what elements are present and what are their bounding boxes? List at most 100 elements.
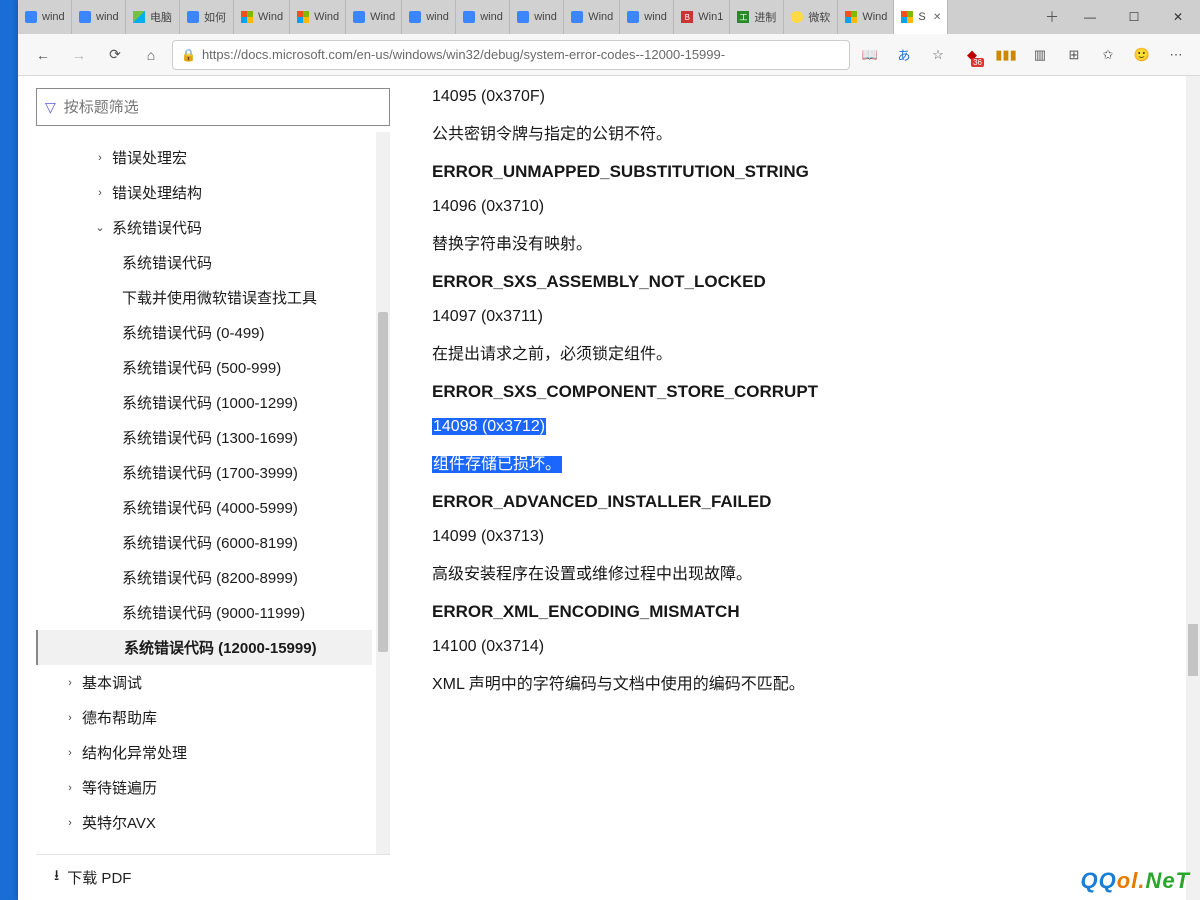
- error-code: 14096 (0x3710): [432, 198, 1172, 216]
- tab-label: wind: [480, 11, 503, 23]
- tab-label: Win1: [698, 11, 723, 23]
- browser-tab[interactable]: wind: [402, 0, 456, 34]
- tab-label: wind: [426, 11, 449, 23]
- nav-item[interactable]: 系统错误代码 (500-999): [36, 350, 372, 385]
- browser-tab[interactable]: Wind: [564, 0, 620, 34]
- nav-item[interactable]: 系统错误代码 (8200-8999): [36, 560, 372, 595]
- nav-item-label: 德布帮助库: [82, 707, 157, 728]
- tab-label: Wind: [862, 11, 887, 23]
- chevron-right-icon: ›: [64, 817, 76, 829]
- nav-item[interactable]: ⌄系统错误代码: [36, 210, 372, 245]
- favicon-icon: [352, 10, 366, 24]
- close-button[interactable]: ✕: [1156, 0, 1200, 34]
- browser-tab[interactable]: wind: [18, 0, 72, 34]
- tab-label: Wind: [314, 11, 339, 23]
- browser-tab[interactable]: 如何: [180, 0, 234, 34]
- favicon-icon: [570, 10, 584, 24]
- translate-icon[interactable]: あ: [890, 41, 918, 69]
- collections-icon[interactable]: ⊞: [1060, 41, 1088, 69]
- error-description: 替换字符串没有映射。: [432, 230, 1172, 254]
- nav-scrollbar-thumb[interactable]: [378, 312, 388, 652]
- url-bar[interactable]: 🔒 https://docs.microsoft.com/en-us/windo…: [172, 40, 850, 70]
- nav-item-label: 下载并使用微软错误查找工具: [122, 287, 317, 308]
- error-description: 高级安装程序在设置或维修过程中出现故障。: [432, 560, 1172, 584]
- refresh-button[interactable]: ⟳: [100, 40, 130, 70]
- url-text: https://docs.microsoft.com/en-us/windows…: [202, 47, 725, 62]
- browser-tab[interactable]: 工进制: [730, 0, 784, 34]
- browser-tab[interactable]: S✕: [894, 0, 948, 34]
- extension-bars-icon[interactable]: ▮▮▮: [992, 41, 1020, 69]
- home-button[interactable]: ⌂: [136, 40, 166, 70]
- nav-item[interactable]: 系统错误代码 (0-499): [36, 315, 372, 350]
- tab-label: 如何: [204, 9, 226, 25]
- nav-item[interactable]: ›英特尔AVX: [36, 805, 372, 840]
- extension-adblock-icon[interactable]: ◆36: [958, 41, 986, 69]
- profile-icon[interactable]: 🙂: [1128, 41, 1156, 69]
- nav-item-label: 错误处理宏: [112, 147, 187, 168]
- nav-item[interactable]: 系统错误代码 (1000-1299): [36, 385, 372, 420]
- new-tab-button[interactable]: ＋: [1036, 0, 1068, 34]
- nav-item[interactable]: ›结构化异常处理: [36, 735, 372, 770]
- tab-close-icon[interactable]: ✕: [933, 12, 941, 23]
- favicon-icon: [186, 10, 200, 24]
- reader-icon[interactable]: 📖: [856, 41, 884, 69]
- nav-item[interactable]: ›错误处理结构: [36, 175, 372, 210]
- nav-item-label: 系统错误代码: [112, 217, 202, 238]
- browser-tab[interactable]: 电脑: [126, 0, 180, 34]
- browser-tab[interactable]: 微软: [784, 0, 838, 34]
- favorites-star-icon[interactable]: ✩: [1094, 41, 1122, 69]
- browser-tab[interactable]: wind: [72, 0, 126, 34]
- nav-item[interactable]: 系统错误代码 (1300-1699): [36, 420, 372, 455]
- filter-box[interactable]: ▽: [36, 88, 390, 126]
- favicon-icon: [24, 10, 38, 24]
- chevron-right-icon: ›: [94, 152, 106, 164]
- browser-tab[interactable]: Wind: [346, 0, 402, 34]
- nav-item-current[interactable]: 系统错误代码 (12000-15999): [36, 630, 372, 665]
- page-scrollbar[interactable]: [1186, 76, 1200, 900]
- browser-tab[interactable]: Wind: [290, 0, 346, 34]
- nav-item[interactable]: ›等待链遍历: [36, 770, 372, 805]
- nav-item-label: 系统错误代码 (12000-15999): [124, 637, 317, 658]
- more-button[interactable]: ⋯: [1162, 41, 1190, 69]
- chevron-right-icon: ›: [64, 747, 76, 759]
- nav-item[interactable]: › 错误处理宏: [36, 140, 372, 175]
- minimize-button[interactable]: —: [1068, 0, 1112, 34]
- tab-label: Wind: [258, 11, 283, 23]
- favorites-icon[interactable]: ☆: [924, 41, 952, 69]
- nav-item[interactable]: 系统错误代码 (1700-3999): [36, 455, 372, 490]
- nav-scrollbar[interactable]: [376, 132, 390, 854]
- download-icon: ⭳: [54, 865, 59, 890]
- maximize-button[interactable]: ☐: [1112, 0, 1156, 34]
- favicon-icon: [462, 10, 476, 24]
- browser-tab[interactable]: Wind: [838, 0, 894, 34]
- download-pdf[interactable]: ⭳ 下载 PDF: [36, 854, 390, 900]
- forward-button[interactable]: →: [64, 40, 94, 70]
- chevron-right-icon: ›: [64, 712, 76, 724]
- nav-item[interactable]: 下载并使用微软错误查找工具: [36, 280, 372, 315]
- back-button[interactable]: ←: [28, 40, 58, 70]
- nav-item[interactable]: ›基本调试: [36, 665, 372, 700]
- tab-label: 电脑: [150, 9, 172, 25]
- favicon-icon: 工: [736, 10, 750, 24]
- nav-item[interactable]: 系统错误代码 (6000-8199): [36, 525, 372, 560]
- nav-item-label: 系统错误代码: [122, 252, 212, 273]
- nav-item[interactable]: 系统错误代码: [36, 245, 372, 280]
- browser-tab[interactable]: wind: [456, 0, 510, 34]
- browser-tab[interactable]: BWin1: [674, 0, 730, 34]
- browser-tab[interactable]: wind: [620, 0, 674, 34]
- error-description: XML 声明中的字符编码与文档中使用的编码不匹配。: [432, 670, 1172, 694]
- nav-tree: ›错误处理宏›错误处理结构⌄系统错误代码系统错误代码下载并使用微软错误查找工具系…: [36, 132, 390, 840]
- chevron-right-icon: ›: [94, 187, 106, 199]
- favicon-icon: [78, 10, 92, 24]
- nav-item[interactable]: 系统错误代码 (4000-5999): [36, 490, 372, 525]
- filter-input[interactable]: [64, 99, 381, 116]
- error-description: 公共密钥令牌与指定的公钥不符。: [432, 120, 1172, 144]
- browser-tab[interactable]: wind: [510, 0, 564, 34]
- extension-note-icon[interactable]: ▥: [1026, 41, 1054, 69]
- tab-label: Wind: [370, 11, 395, 23]
- nav-item[interactable]: 系统错误代码 (9000-11999): [36, 595, 372, 630]
- nav-item[interactable]: › 德布帮助库: [36, 700, 372, 735]
- browser-tab[interactable]: Wind: [234, 0, 290, 34]
- favicon-icon: [516, 10, 530, 24]
- page-scrollbar-thumb[interactable]: [1188, 624, 1198, 676]
